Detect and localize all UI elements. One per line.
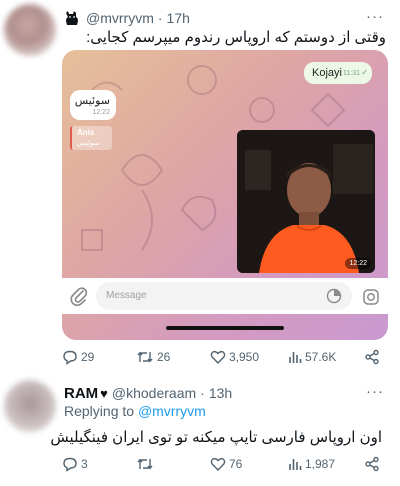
reply-button[interactable]: 29: [62, 349, 94, 365]
double-check-icon: ✓: [361, 68, 368, 77]
tweet-media-screenshot[interactable]: Kojayi 11:31 ✓ سوئیس 12:22 Anis سوئیس 12…: [62, 50, 388, 340]
retweet-button[interactable]: [136, 456, 157, 472]
message-input-bar: Message: [62, 278, 388, 314]
reply-icon: [63, 350, 77, 365]
reply-count: 29: [81, 350, 95, 364]
more-options-button[interactable]: ···: [366, 383, 384, 400]
reply-preview: Anis سوئیس: [70, 126, 112, 150]
replying-prefix: Replying to: [64, 403, 135, 419]
attach-paperclip-icon[interactable]: [70, 286, 88, 306]
avatar[interactable]: [4, 4, 56, 56]
tweet-1[interactable]: @mvrryvm · 17h ··· وقتی از دوستم که اروپ…: [0, 0, 400, 372]
reply-count: 3: [81, 457, 88, 471]
share-icon: [365, 456, 379, 472]
message-field[interactable]: Message: [96, 282, 379, 310]
like-button[interactable]: 3,950: [210, 349, 259, 365]
video-time-badge: 12:22: [345, 258, 371, 269]
views-button[interactable]: 1,987: [288, 456, 335, 472]
retweet-icon: [137, 351, 153, 363]
more-options-button[interactable]: ···: [366, 8, 384, 25]
user-handle[interactable]: @khoderaam: [112, 385, 196, 401]
tweet-actions: 29 26 3,950 57.6K: [62, 348, 380, 366]
tweet-text: وقتی از دوستم که اروپاس رندوم میپرسم کجا…: [86, 29, 386, 46]
retweet-count: 26: [157, 350, 171, 364]
timestamp[interactable]: 17h: [167, 10, 190, 26]
like-count: 3,950: [229, 350, 260, 364]
user-handle[interactable]: @mvrryvm: [86, 10, 154, 26]
retweet-button[interactable]: 26: [136, 349, 170, 365]
tweet-header: RAM ♥ @khoderaam · 13h: [64, 383, 232, 403]
heart-icon: [210, 457, 226, 472]
tweet-text: اون اروپاس فارسی تایپ میکنه تو توی ایران…: [50, 429, 382, 446]
retweet-icon: [137, 458, 153, 470]
timestamp[interactable]: 13h: [209, 385, 232, 401]
message-text: Kojayi: [312, 67, 342, 79]
reply-sender-name: Anis: [77, 128, 95, 137]
view-count: 1,987: [305, 457, 336, 471]
display-name[interactable]: RAM: [64, 385, 98, 402]
separator-dot: ·: [200, 385, 205, 401]
separator-dot: ·: [157, 10, 163, 26]
tweet-actions: 3 76 1,987: [62, 455, 380, 473]
reply-icon: [63, 457, 77, 472]
views-chart-icon: [289, 352, 302, 363]
message-bubble-swiss: سوئیس 12:22: [70, 90, 116, 120]
heart-emoji: ♥: [100, 385, 108, 401]
share-button[interactable]: [364, 349, 383, 365]
home-indicator: [166, 326, 284, 330]
message-text: سوئیس: [74, 95, 110, 107]
person-video-frame: [237, 130, 375, 273]
replying-mention-link[interactable]: @mvrryvm: [138, 403, 206, 419]
share-button[interactable]: [364, 456, 383, 472]
message-placeholder: Message: [106, 290, 147, 301]
replying-to: Replying to @mvrryvm: [64, 403, 206, 419]
views-chart-icon: [289, 459, 302, 470]
video-message[interactable]: 12:22: [237, 130, 375, 273]
camera-icon[interactable]: [362, 288, 380, 306]
like-button[interactable]: 76: [210, 456, 242, 472]
message-time: 12:22: [92, 109, 110, 116]
message-time: 11:31: [343, 70, 360, 77]
share-icon: [365, 349, 379, 365]
sticker-icon[interactable]: [326, 288, 342, 304]
heart-icon: [210, 350, 226, 365]
like-count: 76: [229, 457, 243, 471]
views-button[interactable]: 57.6K: [288, 349, 336, 365]
message-bubble-kojayi: Kojayi 11:31 ✓: [304, 62, 372, 84]
reply-button[interactable]: 3: [62, 456, 88, 472]
tweet-header: @mvrryvm · 17h: [64, 8, 190, 28]
cat-icon: [66, 11, 78, 25]
avatar[interactable]: [4, 380, 56, 432]
reply-quoted-text: سوئیس: [77, 140, 100, 147]
view-count: 57.6K: [305, 350, 337, 364]
